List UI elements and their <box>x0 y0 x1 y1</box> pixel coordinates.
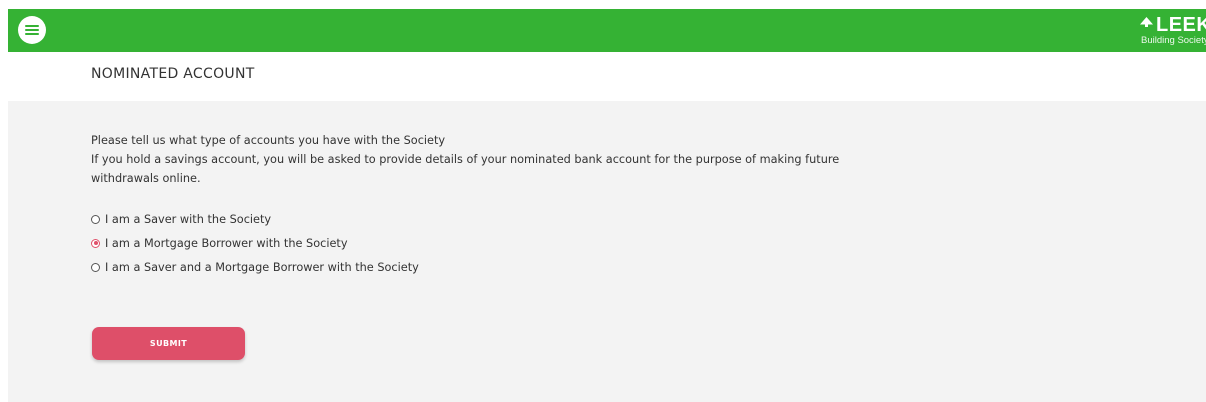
account-type-radio-group: I am a Saver with the Society I am a Mor… <box>91 207 419 279</box>
option-label: I am a Mortgage Borrower with the Societ… <box>105 236 348 250</box>
brand-name: LEEK <box>1156 14 1206 36</box>
intro-text: Please tell us what type of accounts you… <box>91 131 891 188</box>
radio-button[interactable] <box>91 238 100 248</box>
leaf-icon <box>1140 17 1153 27</box>
intro-line-1: Please tell us what type of accounts you… <box>91 134 446 147</box>
radio-button[interactable] <box>91 262 100 272</box>
radio-button[interactable] <box>91 214 100 224</box>
hamburger-menu-icon[interactable] <box>18 16 46 44</box>
page-title: NOMINATED ACCOUNT <box>91 66 255 82</box>
brand-tagline: Building Society <box>1141 35 1206 46</box>
option-saver[interactable]: I am a Saver with the Society <box>91 207 419 231</box>
form-panel: Please tell us what type of accounts you… <box>8 101 1206 402</box>
option-label: I am a Saver with the Society <box>105 212 272 226</box>
top-navigation-bar: LEEK Building Society <box>8 9 1206 52</box>
submit-button[interactable]: SUBMIT <box>92 327 245 360</box>
intro-line-2: If you hold a savings account, you will … <box>91 153 840 185</box>
option-label: I am a Saver and a Mortgage Borrower wit… <box>105 260 419 274</box>
brand-logo[interactable]: LEEK Building Society <box>1140 13 1206 49</box>
option-saver-and-borrower[interactable]: I am a Saver and a Mortgage Borrower wit… <box>91 255 419 279</box>
option-mortgage-borrower[interactable]: I am a Mortgage Borrower with the Societ… <box>91 231 419 255</box>
